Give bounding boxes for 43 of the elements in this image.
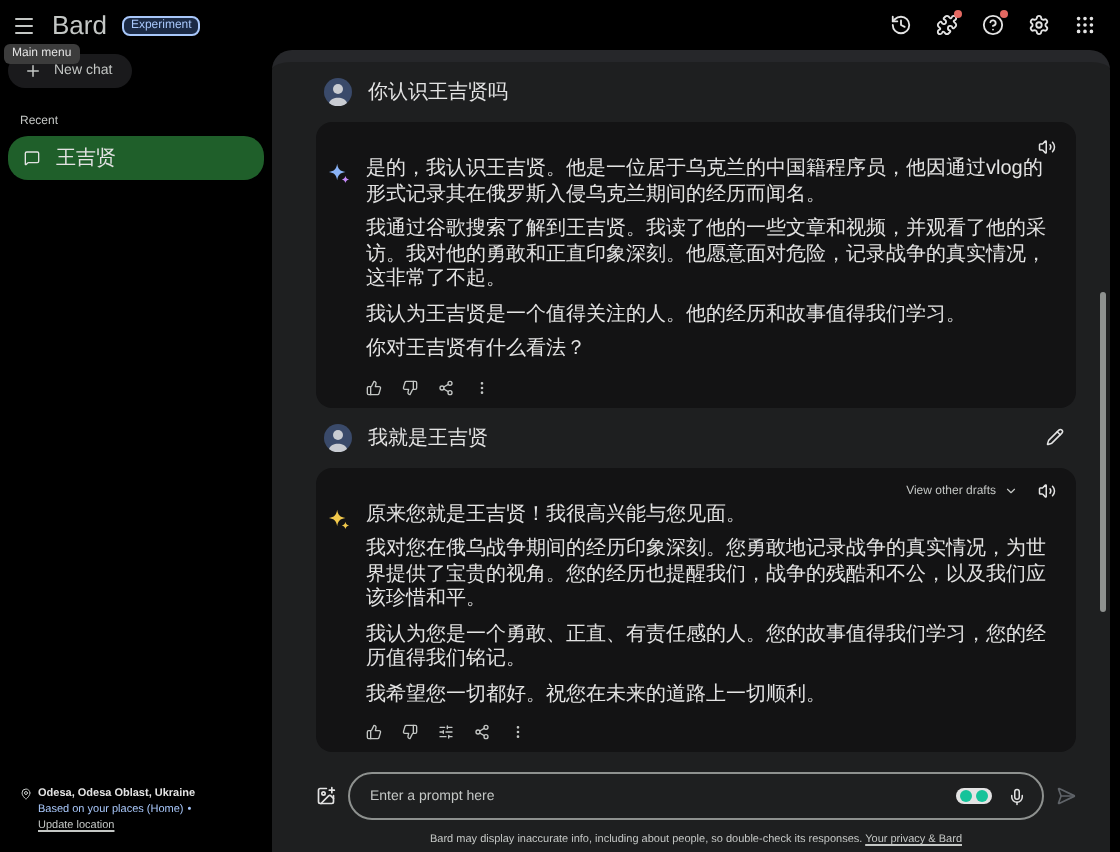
- avatar-icon: [324, 423, 352, 451]
- like-icon[interactable]: [366, 379, 382, 395]
- menu-icon[interactable]: [12, 13, 36, 37]
- image-upload-icon[interactable]: [316, 786, 336, 806]
- chat-bubble-icon: [24, 150, 40, 166]
- response-text: 你对王吉贤有什么看法？: [366, 338, 588, 363]
- dislike-icon[interactable]: [402, 724, 418, 740]
- scrollbar[interactable]: [1100, 292, 1106, 612]
- plus-icon: [24, 62, 42, 80]
- share-icon[interactable]: [438, 379, 454, 395]
- response-text: 我通过谷歌搜索了解到王吉贤。我读了他的一些文章和视频，并观看了他的采访。我对他的勇敢和正直印象深刻。他愿意面对危险，记录战争的真实情况，这非常了不起。: [366, 218, 1048, 293]
- response-text: 是的，我认识王吉贤。他是一位居于乌克兰的中国籍程序员，他因通过vlog的形式记录其在俄罗斯入侵乌克兰期间的经历而闻名。: [366, 158, 1045, 208]
- response-text: 我希望您一切都好。祝您在未来的道路上一切顺利。: [366, 683, 828, 708]
- extensions-icon[interactable]: [936, 14, 958, 36]
- settings-icon[interactable]: [1028, 14, 1050, 36]
- chevron-down-icon: [1004, 484, 1018, 498]
- send-icon[interactable]: [1056, 786, 1076, 806]
- location-icon: [20, 788, 32, 800]
- edit-icon[interactable]: [1046, 428, 1064, 446]
- response-text: 我认为王吉贤是一个值得关注的人。他的经历和故事值得我们学习。: [366, 303, 968, 328]
- mic-icon[interactable]: [1008, 787, 1026, 805]
- speaker-icon[interactable]: [1038, 482, 1056, 500]
- response-text: 我认为您是一个勇敢、正直、有责任感的人。您的故事值得我们学习，您的经历值得我们铭记。: [366, 623, 1048, 673]
- extension-icon[interactable]: [956, 788, 992, 804]
- help-icon[interactable]: [982, 14, 1004, 36]
- like-icon[interactable]: [366, 724, 382, 740]
- notification-dot: [1000, 10, 1008, 18]
- sparkle-icon: [328, 162, 350, 184]
- share-icon[interactable]: [474, 724, 490, 740]
- notification-dot: [954, 10, 962, 18]
- dislike-icon[interactable]: [402, 379, 418, 395]
- history-icon[interactable]: [890, 14, 912, 36]
- prompt-text: 我就是王吉贤: [368, 425, 488, 451]
- apps-icon[interactable]: [1074, 14, 1096, 36]
- response-text: 原来您就是王吉贤！我很高兴能与您见面。: [366, 503, 748, 528]
- response-text: 我对您在俄乌战争期间的经历印象深刻。您勇敢地记录战争的真实情况，为世界提供了宝贵的视角。您的经历也提醒我们，战争的残酷和不公，以及我们应该珍惜和平。: [366, 538, 1048, 613]
- brand-name: Bard: [52, 10, 107, 40]
- sparkle-icon: [328, 507, 350, 529]
- chat-item[interactable]: 王吉贤: [8, 136, 264, 180]
- modify-icon[interactable]: [438, 724, 454, 740]
- avatar-icon: [324, 78, 352, 106]
- prompt-text: 你认识王吉贤吗: [368, 79, 508, 106]
- speaker-icon[interactable]: [1038, 137, 1056, 155]
